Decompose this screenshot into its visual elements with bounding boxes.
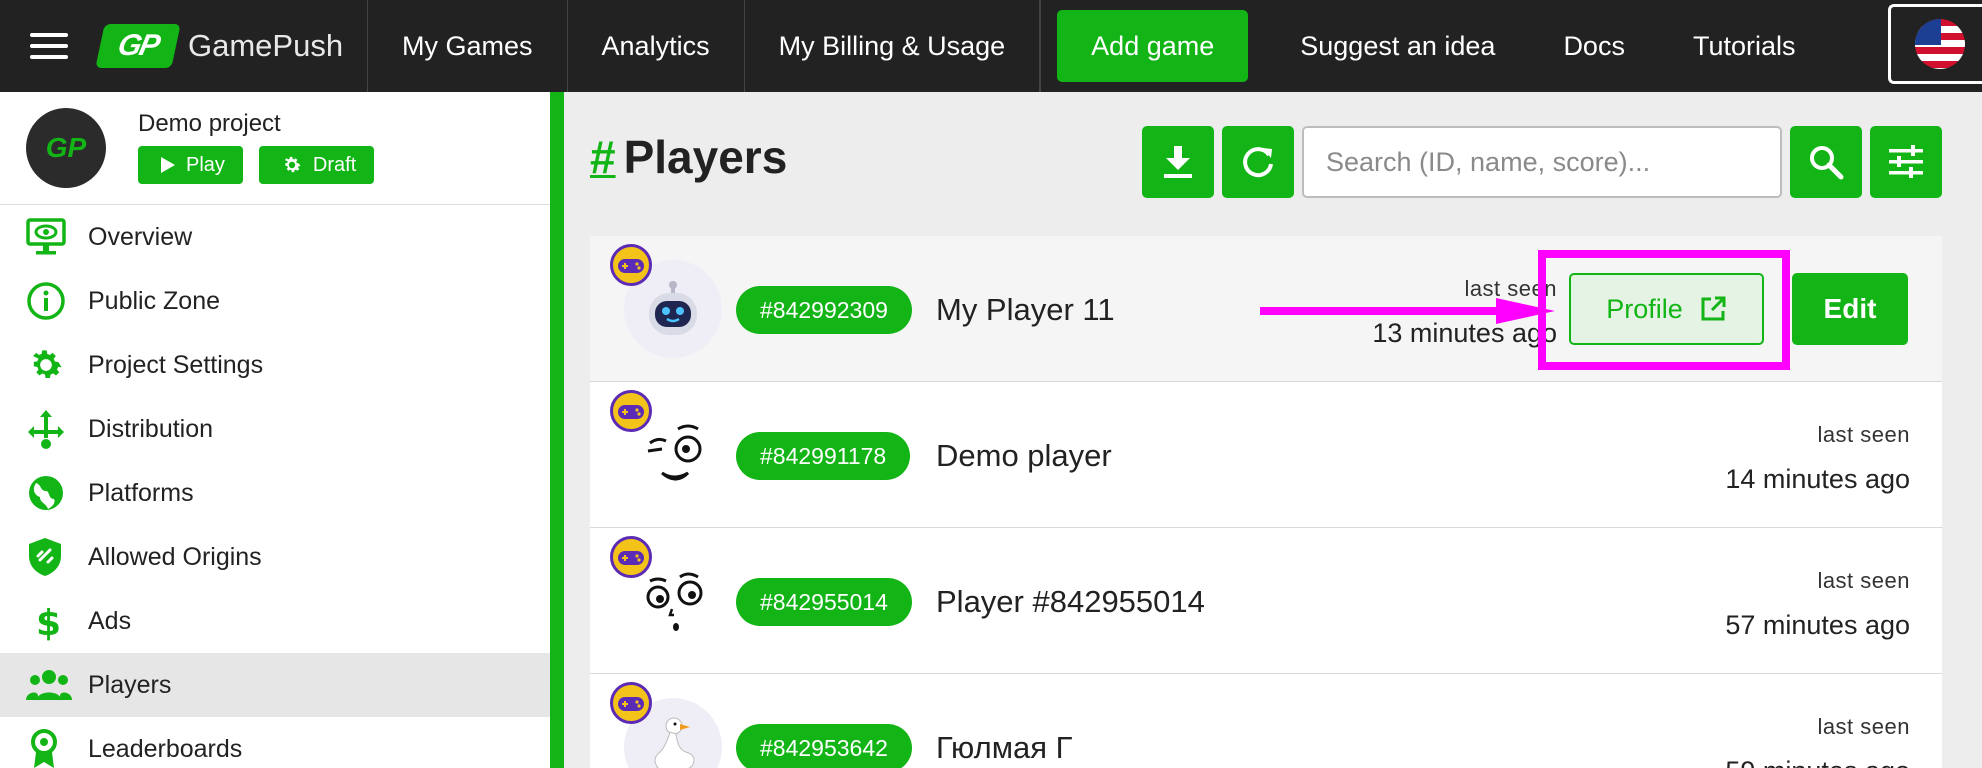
dollar-icon: $ [26,601,72,641]
nav-billing[interactable]: My Billing & Usage [745,0,1041,92]
last-seen-label: last seen [1817,714,1910,739]
language-selector[interactable] [1888,4,1982,84]
users-icon [26,665,72,705]
last-seen-label: last seen [1817,568,1910,593]
nav-suggest-idea[interactable]: Suggest an idea [1266,0,1529,92]
add-game-wrapper: Add game [1040,0,1266,92]
sidebar-item-allowed-origins[interactable]: Allowed Origins [0,525,550,589]
sidebar-item-players[interactable]: Players [0,653,550,717]
filters-button[interactable] [1870,126,1942,198]
project-actions: Play Draft [138,146,375,184]
sidebar-item-label: Public Zone [88,286,221,315]
project-header: GP Demo project Play Draft [0,92,550,205]
title-hash-link[interactable]: # [590,130,616,184]
external-link-icon [1701,296,1726,321]
nav-analytics[interactable]: Analytics [568,0,745,92]
last-seen-time: 57 minutes ago [1725,610,1910,640]
last-seen: last seen 59 minutes ago [1725,714,1910,768]
sidebar-divider [550,92,564,768]
search-button[interactable] [1790,126,1862,198]
sidebar-item-ads[interactable]: $ Ads [0,589,550,653]
monitor-eye-icon [26,217,72,257]
sidebar-item-platforms[interactable]: Platforms [0,461,550,525]
sidebar-item-distribution[interactable]: Distribution [0,397,550,461]
hamburger-icon [30,33,68,59]
gamepad-badge-icon [610,244,652,286]
sidebar-item-project-settings[interactable]: Project Settings [0,333,550,397]
player-row[interactable]: #842953642 Гюлмая Г last seen 59 minutes… [590,674,1942,768]
nav-my-games[interactable]: My Games [368,0,568,92]
player-name: Player #842955014 [936,584,1205,619]
profile-label: Profile [1606,293,1683,324]
draft-button[interactable]: Draft [258,146,375,184]
brand-name: GamePush [188,28,344,63]
player-id-badge[interactable]: #842991178 [736,432,911,480]
top-navigation: GP GamePush My Games Analytics My Billin… [0,0,1982,92]
menu-button[interactable] [0,0,98,92]
sidebar-item-label: Distribution [88,414,214,443]
search-input[interactable] [1302,126,1782,198]
info-icon [26,281,72,321]
last-seen-label: last seen [1817,422,1910,447]
sidebar: GP Demo project Play Draft Overview Publ… [0,92,550,768]
gamepad-badge-icon [610,390,652,432]
sliders-icon [1889,145,1923,178]
robot-avatar-icon [649,281,697,335]
player-id-badge[interactable]: #842953642 [736,724,912,768]
gear-icon [284,156,301,173]
gamepush-logo-icon: GP [95,24,181,68]
annotation-arrow-icon [1260,298,1555,324]
profile-button[interactable]: Profile [1569,273,1764,345]
globe-icon [26,473,72,513]
last-seen: last seen 14 minutes ago [1725,422,1910,495]
refresh-button[interactable] [1222,126,1294,198]
page-title: # Players [590,130,787,184]
nav-tutorials[interactable]: Tutorials [1659,0,1830,92]
player-name: Demo player [936,438,1112,473]
search-icon [1810,146,1844,180]
shield-link-icon [26,537,72,577]
download-button[interactable] [1142,126,1214,198]
player-name: Гюлмая Г [936,730,1073,765]
player-id-badge[interactable]: #842955014 [736,578,912,626]
nav-docs[interactable]: Docs [1529,0,1659,92]
add-game-button[interactable]: Add game [1057,10,1249,82]
sidebar-item-leaderboards[interactable]: Leaderboards [0,717,550,768]
gear-icon [26,345,72,385]
player-row[interactable]: #842991178 Demo player last seen 14 minu… [590,382,1942,528]
sidebar-item-label: Players [88,670,172,699]
play-icon [161,157,175,173]
sidebar-item-label: Leaderboards [88,734,243,763]
award-icon [26,729,72,768]
gamepad-badge-icon [610,536,652,578]
distribution-icon [26,409,72,449]
edit-button[interactable]: Edit [1792,273,1908,345]
us-flag-icon [1914,19,1965,69]
player-id-badge[interactable]: #842992309 [736,286,912,334]
sidebar-item-public-zone[interactable]: Public Zone [0,269,550,333]
download-icon [1164,146,1192,178]
sidebar-item-overview[interactable]: Overview [0,205,550,269]
refresh-icon [1243,147,1273,178]
sidebar-item-label: Allowed Origins [88,542,262,571]
project-name: Demo project [138,110,281,137]
play-label: Play [186,153,225,176]
brand-logo[interactable]: GP GamePush [95,0,368,92]
svg-text:$: $ [36,603,61,641]
play-button[interactable]: Play [138,146,243,184]
sidebar-item-label: Ads [88,606,132,635]
goose-avatar-icon [654,717,695,768]
sidebar-item-label: Overview [88,222,193,251]
gamepad-badge-icon [610,682,652,724]
sidebar-item-label: Platforms [88,478,194,507]
last-seen-time: 14 minutes ago [1725,464,1910,494]
last-seen: last seen 57 minutes ago [1725,568,1910,641]
draft-label: Draft [312,153,357,176]
last-seen-time: 59 minutes ago [1725,756,1910,768]
project-avatar: GP [26,108,106,188]
sidebar-item-label: Project Settings [88,350,264,379]
page-title-text: Players [623,131,788,183]
player-name: My Player 11 [936,292,1115,327]
player-row[interactable]: #842955014 Player #842955014 last seen 5… [590,528,1942,674]
